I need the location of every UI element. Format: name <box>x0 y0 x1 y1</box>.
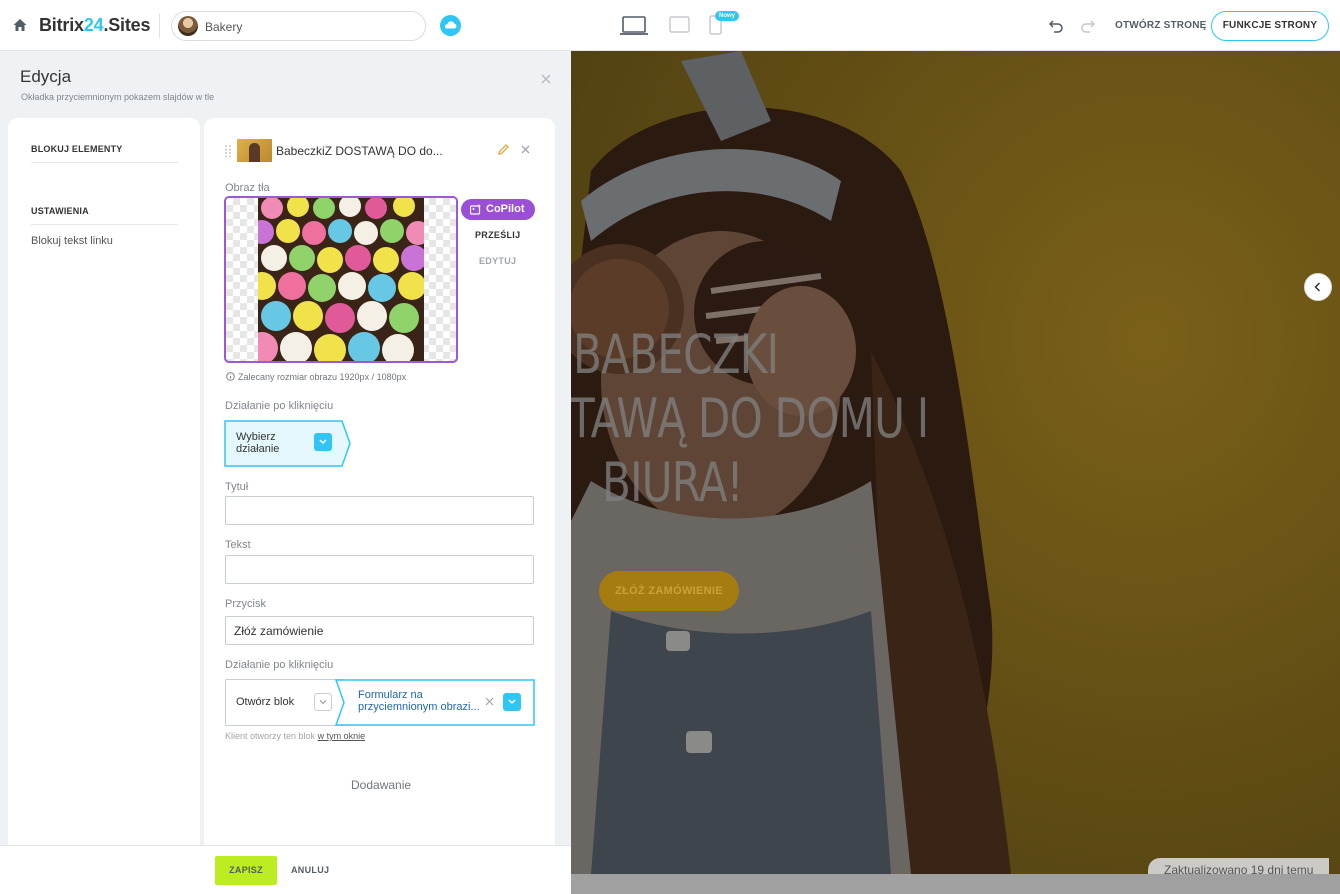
undo-icon[interactable] <box>1048 18 1064 33</box>
page-preview: BABECZKI TAWĄ DO DOMU I BIURA! ZŁÓŻ ZAMÓ… <box>571 51 1340 874</box>
open-page-link[interactable]: OTWÓRZ STRONĘ <box>1115 20 1206 31</box>
editor-panel: Edycja Okładka przyciemnionym pokazem sl… <box>0 51 571 894</box>
button-text-input[interactable]: Złóż zamówienie <box>225 616 534 645</box>
element-card: BabeczkiZ DOSTAWĄ DO do... Obraz tła CoP… <box>204 118 555 845</box>
editor-subtitle: Okładka przyciemnionym pokazem slajdów w… <box>21 92 215 102</box>
redo-icon[interactable] <box>1080 18 1096 33</box>
hero-title-line2: TAWĄ DO DOMU I <box>571 387 929 450</box>
home-icon[interactable] <box>12 17 28 33</box>
preview-bottom-strip <box>571 874 1340 894</box>
hero-order-button[interactable]: ZŁÓŻ ZAMÓWIENIE <box>599 571 739 611</box>
cupcakes-image <box>258 198 424 361</box>
image-size-hint: Zalecany rozmiar obrazu 1920px / 1080px <box>226 372 406 382</box>
open-block-value: Otwórz blok <box>236 696 295 708</box>
upload-button[interactable]: PRZEŚLIJ <box>475 230 520 240</box>
text-label: Tekst <box>225 539 251 551</box>
collapse-toggle[interactable] <box>1304 273 1332 301</box>
hero-title-line3: BIURA! <box>602 451 744 514</box>
nav-block-elements[interactable]: BLOKUJ ELEMENTY <box>31 144 178 163</box>
cancel-button[interactable]: ANULUJ <box>291 865 329 875</box>
chevron-down-icon[interactable] <box>503 693 521 711</box>
save-button[interactable]: ZAPISZ <box>215 856 277 885</box>
title-input[interactable] <box>225 496 534 525</box>
click-action-label: Działanie po kliknięciu <box>225 400 334 412</box>
bg-image-preview[interactable] <box>224 196 458 363</box>
editor-title: Edycja <box>20 67 72 86</box>
click-action-select[interactable]: Wybierz działanie <box>224 420 352 467</box>
form-target-value: Formularz na przyciemnionym obrazi... <box>358 689 480 713</box>
site-selector[interactable]: Bakery <box>171 11 426 41</box>
chevron-left-icon <box>1314 282 1321 292</box>
chevron-down-icon[interactable] <box>314 433 332 451</box>
app-logo[interactable]: Bitrix24.Sites <box>39 15 150 36</box>
block-title: BabeczkiZ DOSTAWĄ DO do... <box>276 144 443 158</box>
click-action-value: Wybierz działanie <box>236 431 280 455</box>
hero-title-line1: BABECZKI <box>573 323 779 386</box>
window-target-link[interactable]: w tym oknie <box>318 731 366 741</box>
new-badge: Nowy <box>715 11 740 21</box>
pencil-icon[interactable] <box>497 143 510 156</box>
cloud-icon[interactable] <box>440 15 461 36</box>
block-thumbnail <box>237 139 272 162</box>
title-label: Tytuł <box>225 481 249 493</box>
page-features-button[interactable]: FUNKCJE STRONY <box>1211 11 1329 41</box>
info-icon <box>226 372 235 381</box>
open-block-select[interactable]: Otwórz blok <box>225 679 345 726</box>
edit-image-button[interactable]: EDYTUJ <box>479 256 516 266</box>
nav-settings[interactable]: USTAWIENIA <box>31 206 178 225</box>
desktop-view-icon[interactable] <box>619 15 649 37</box>
copilot-button[interactable]: CoPilot <box>461 199 535 220</box>
bg-image-label: Obraz tła <box>225 182 270 194</box>
close-icon[interactable] <box>540 73 552 85</box>
drag-handle-icon[interactable] <box>224 144 232 158</box>
add-button[interactable]: Dodawanie <box>351 778 411 792</box>
remove-icon[interactable] <box>521 145 530 154</box>
copilot-image-icon <box>470 204 481 215</box>
editor-footer: ZAPISZ ANULUJ <box>0 845 571 894</box>
editor-nav: BLOKUJ ELEMENTY USTAWIENIA Blokuj tekst … <box>8 118 200 845</box>
tablet-view-icon[interactable] <box>669 16 690 33</box>
client-note: Klient otworzy ten blok w tym oknie <box>225 731 366 741</box>
site-avatar <box>178 16 198 36</box>
form-target-select[interactable]: Formularz na przyciemnionym obrazi... <box>335 679 535 726</box>
button-label: Przycisk <box>225 598 266 610</box>
site-name: Bakery <box>205 20 243 34</box>
text-input[interactable] <box>225 555 534 584</box>
nav-link-text[interactable]: Blokuj tekst linku <box>31 235 113 247</box>
top-bar: Bitrix24.Sites Bakery Nowy OTWÓRZ STRONĘ… <box>0 0 1340 51</box>
clear-icon[interactable] <box>485 697 494 706</box>
chevron-down-icon[interactable] <box>314 693 332 711</box>
updated-badge: Zaktualizowano 19 dni temu <box>1148 858 1330 874</box>
divider <box>159 14 160 38</box>
click-action2-label: Działanie po kliknięciu <box>225 659 334 671</box>
